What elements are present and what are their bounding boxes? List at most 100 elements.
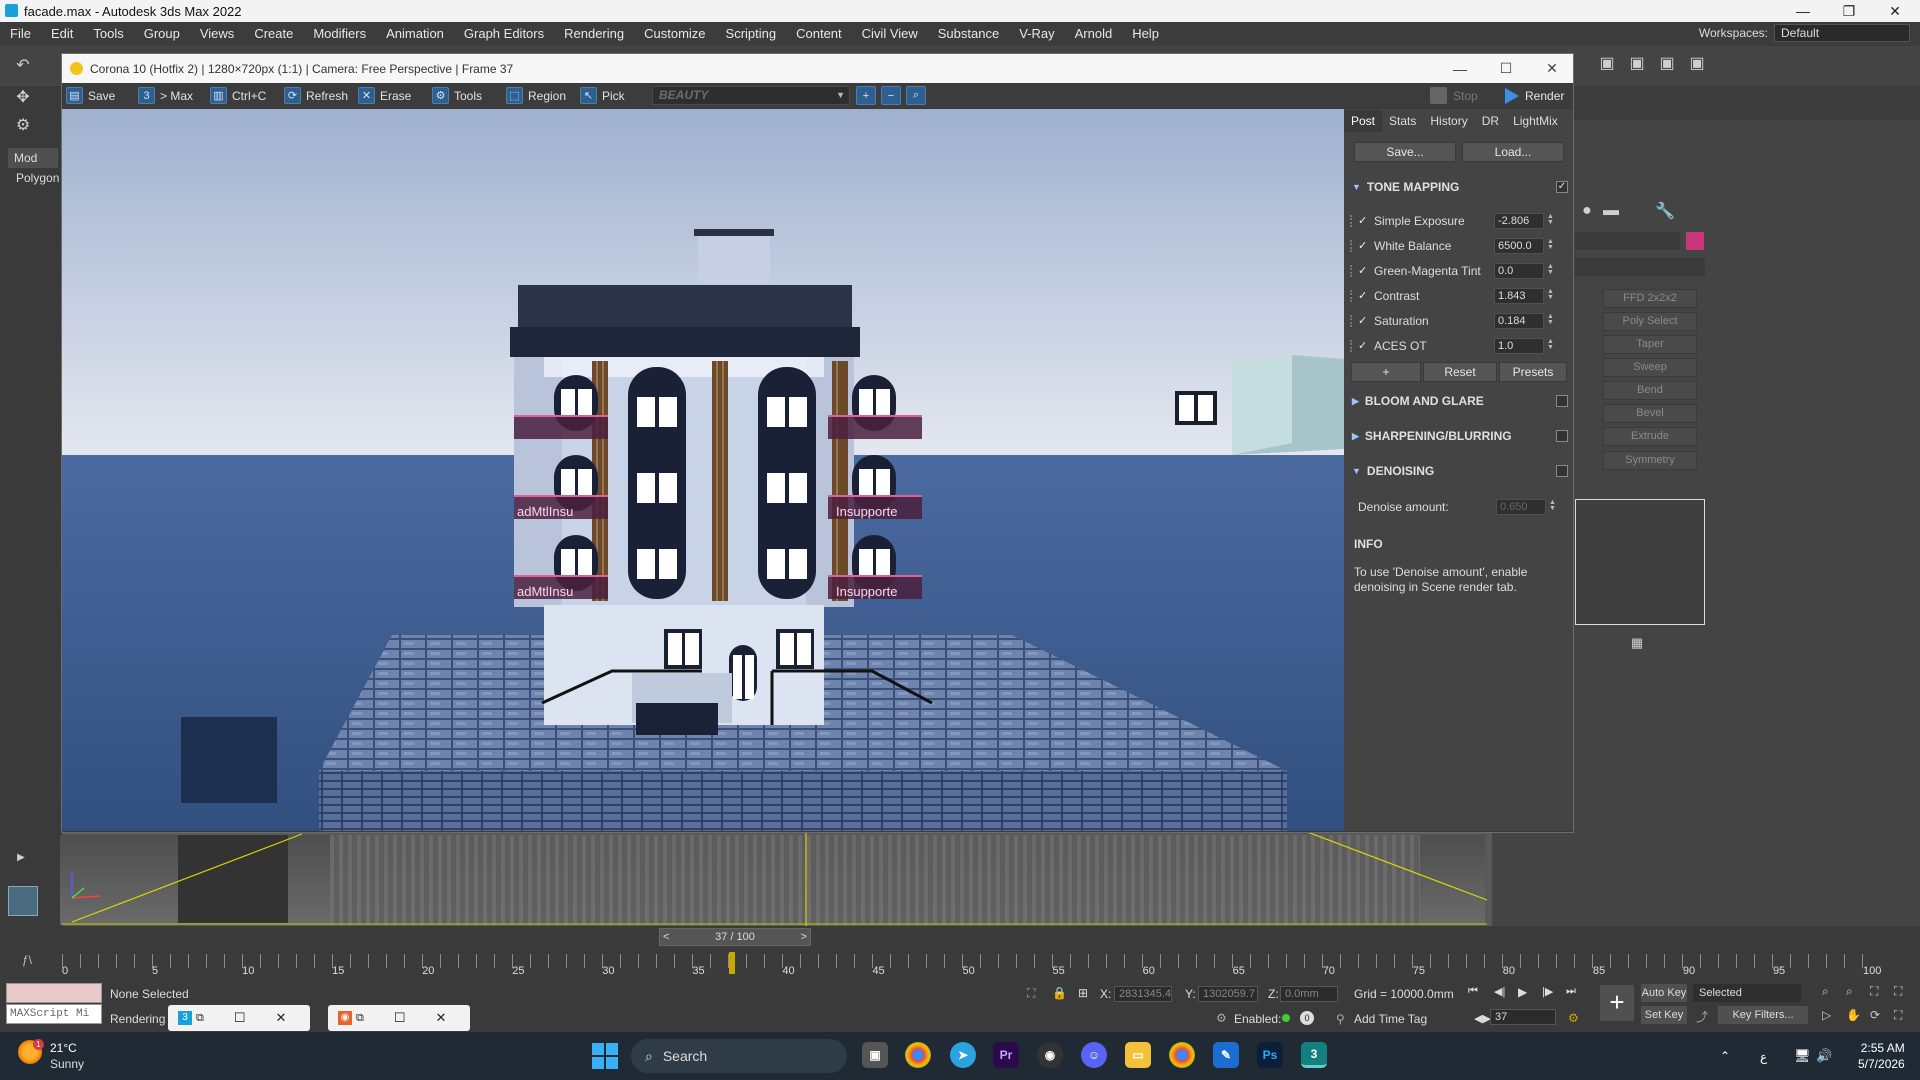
time-tag-icon[interactable]: ⚲ xyxy=(1336,1012,1345,1026)
vfb-tools-button[interactable]: ⚙ Tools xyxy=(432,86,482,105)
green-magenta-checkbox[interactable]: ✓ xyxy=(1358,266,1368,277)
workspaces-dropdown[interactable]: Default xyxy=(1774,24,1910,42)
spinner-snap-icon[interactable]: ▣ xyxy=(1686,52,1708,74)
viewport-layout-icon[interactable] xyxy=(8,886,38,916)
angle-snap-icon[interactable]: ▣ xyxy=(1626,52,1648,74)
key-filters-button[interactable]: Key Filters... xyxy=(1718,1006,1808,1024)
discord-icon[interactable]: ☺ xyxy=(1081,1042,1107,1068)
premiere-icon[interactable]: Pr xyxy=(993,1042,1019,1068)
configure-modifier-icon[interactable]: ▦ xyxy=(1626,632,1648,654)
menu-animation[interactable]: Animation xyxy=(376,22,454,46)
tab-lightmix[interactable]: LightMix xyxy=(1506,110,1565,132)
tab-history[interactable]: History xyxy=(1423,110,1474,132)
menu-content[interactable]: Content xyxy=(786,22,852,46)
next-frame-icon[interactable]: |▶ xyxy=(1542,985,1553,998)
denoise-amount-field[interactable]: 0.650 xyxy=(1496,499,1546,515)
current-frame-field[interactable]: 37 xyxy=(1490,1009,1556,1025)
bloom-glare-checkbox[interactable] xyxy=(1556,395,1568,407)
saturation-field[interactable]: 0.184 xyxy=(1494,313,1544,329)
modifier-ffd-button[interactable]: FFD 2x2x2 xyxy=(1603,289,1697,308)
bloom-glare-header[interactable]: ▶ BLOOM AND GLARE xyxy=(1352,392,1484,410)
drag-grip-icon[interactable] xyxy=(1350,215,1354,227)
menu-group[interactable]: Group xyxy=(134,22,190,46)
vfb-stop-button[interactable]: Stop xyxy=(1430,86,1478,105)
contrast-checkbox[interactable]: ✓ xyxy=(1358,291,1368,302)
zoom-extents-icon[interactable]: ⛶ xyxy=(1870,984,1878,999)
denoising-checkbox[interactable] xyxy=(1556,465,1568,477)
menu-help[interactable]: Help xyxy=(1122,22,1169,46)
modifier-list-dropdown[interactable] xyxy=(1575,258,1705,276)
sharpening-checkbox[interactable] xyxy=(1556,430,1568,442)
post-save-button[interactable]: Save... xyxy=(1354,142,1456,162)
utilities-icon[interactable]: 🔧 xyxy=(1654,200,1676,222)
vfb-maximize-icon[interactable]: ☐ xyxy=(1483,54,1529,83)
motion-panel-icon[interactable]: ▬ xyxy=(1600,200,1622,222)
y-coord-field[interactable]: 1302059.7 xyxy=(1198,986,1258,1002)
spinner-icon[interactable]: ▲ ▼ xyxy=(1547,238,1554,251)
weather-condition[interactable]: Sunny xyxy=(50,1057,84,1071)
add-time-tag[interactable]: Add Time Tag xyxy=(1354,1012,1427,1026)
drag-grip-icon[interactable] xyxy=(1350,265,1354,277)
key-tangent-icon[interactable]: ⤴ xyxy=(1696,1008,1708,1025)
lock-selection-icon[interactable]: 🔒 xyxy=(1052,986,1067,1000)
saturation-checkbox[interactable]: ✓ xyxy=(1358,316,1368,327)
key-mode-icon[interactable]: ◀▶ xyxy=(1474,1012,1491,1025)
graphite-icon[interactable]: ⚙ xyxy=(12,114,34,136)
vfb-minimize-icon[interactable]: — xyxy=(1437,54,1483,83)
spinner-icon[interactable]: ▲ ▼ xyxy=(1547,213,1554,226)
system-clock[interactable]: 2:55 AM 5/7/2026 xyxy=(1858,1040,1905,1072)
time-tag-toggle-icon[interactable]: 0 xyxy=(1300,1011,1314,1025)
goto-end-icon[interactable]: ⏭ xyxy=(1566,985,1576,998)
contrast-field[interactable]: 1.843 xyxy=(1494,288,1544,304)
simple-exposure-field[interactable]: -2.806 xyxy=(1494,213,1544,229)
z-coord-field[interactable]: 0.0mm xyxy=(1280,986,1338,1002)
telegram-icon[interactable]: ➤ xyxy=(950,1042,976,1068)
tm-presets-button[interactable]: Presets xyxy=(1499,362,1567,382)
field-of-view-icon[interactable]: ▷ xyxy=(1822,1008,1831,1022)
set-key-button[interactable]: Set Key xyxy=(1641,1006,1687,1024)
modifier-bend-button[interactable]: Bend xyxy=(1603,381,1697,400)
sharpening-header[interactable]: ▶ SHARPENING/BLURRING xyxy=(1352,427,1512,445)
simple-exposure-checkbox[interactable]: ✓ xyxy=(1358,216,1368,227)
modifier-stack[interactable] xyxy=(1575,499,1705,625)
minimize-icon[interactable]: — xyxy=(1780,0,1826,22)
zoom-fit-icon[interactable]: ⌕ xyxy=(906,86,926,105)
set-keys-icon[interactable]: + xyxy=(1600,985,1634,1021)
chrome-icon[interactable] xyxy=(905,1042,931,1068)
vfb-pick-button[interactable]: ↖ Pick xyxy=(580,86,625,105)
menu-customize[interactable]: Customize xyxy=(634,22,715,46)
modifier-extrude-button[interactable]: Extrude xyxy=(1603,427,1697,446)
menu-vray[interactable]: V-Ray xyxy=(1009,22,1064,46)
windows-start-icon[interactable] xyxy=(592,1043,618,1069)
task-view-icon[interactable]: ▣ xyxy=(862,1042,888,1068)
drag-grip-icon[interactable] xyxy=(1350,290,1354,302)
menu-modifiers[interactable]: Modifiers xyxy=(303,22,376,46)
render-channel-dropdown[interactable]: BEAUTY ▼ xyxy=(652,86,850,105)
zoom-icon[interactable]: ⌕ xyxy=(1822,984,1829,999)
percent-snap-icon[interactable]: ▣ xyxy=(1656,52,1678,74)
vfb-save-button[interactable]: ▤ Save xyxy=(66,86,115,105)
menu-edit[interactable]: Edit xyxy=(41,22,83,46)
menu-graph-editors[interactable]: Graph Editors xyxy=(454,22,554,46)
adaptive-degradation-icon[interactable]: ⚙ xyxy=(1216,1011,1227,1025)
tab-stats[interactable]: Stats xyxy=(1382,110,1423,132)
volume-icon[interactable]: 🔊 xyxy=(1816,1048,1832,1064)
auto-key-button[interactable]: Auto Key xyxy=(1641,984,1687,1002)
close-small-icon-2[interactable]: ✕ xyxy=(436,1010,447,1026)
zoom-out-icon[interactable]: − xyxy=(881,86,901,105)
prev-frame-icon[interactable]: ◀| xyxy=(1494,985,1505,998)
goto-start-icon[interactable]: ⏮ xyxy=(1468,985,1478,998)
time-slider[interactable]: < 37 / 100 > xyxy=(659,928,811,946)
restore-small-icon-2[interactable]: ⧉ xyxy=(356,1012,364,1025)
vfb-close-icon[interactable]: ✕ xyxy=(1529,54,1575,83)
spinner-icon[interactable]: ▲ ▼ xyxy=(1549,499,1556,512)
green-magenta-field[interactable]: 0.0 xyxy=(1494,263,1544,279)
photoshop-icon[interactable]: Ps xyxy=(1257,1042,1283,1068)
play-icon[interactable]: ▶ xyxy=(10,846,32,868)
taskbar-search[interactable]: ⌕ Search xyxy=(631,1039,847,1073)
menu-civil-view[interactable]: Civil View xyxy=(852,22,928,46)
weather-temp[interactable]: 21°C xyxy=(50,1041,77,1055)
white-balance-checkbox[interactable]: ✓ xyxy=(1358,241,1368,252)
tm-add-button[interactable]: + xyxy=(1351,362,1421,382)
select-object-icon[interactable]: ✥ xyxy=(12,86,34,108)
